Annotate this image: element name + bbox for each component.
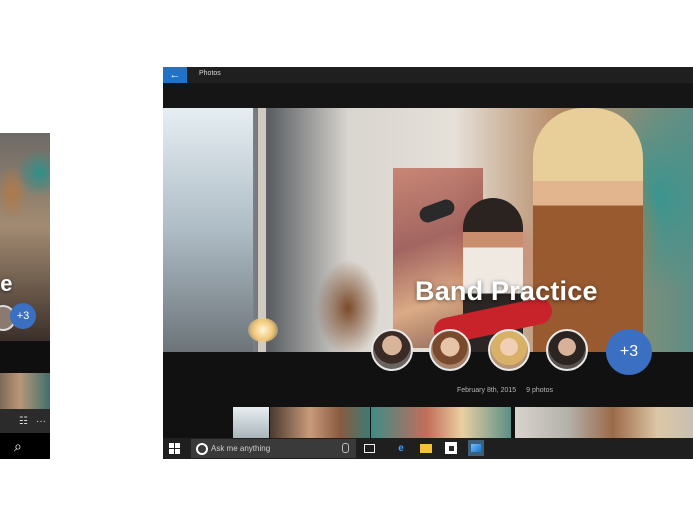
more-options-icon[interactable]: ··· bbox=[36, 416, 46, 427]
person-avatar[interactable] bbox=[488, 329, 530, 371]
phone-thumbnail-strip[interactable] bbox=[0, 373, 50, 409]
task-view-icon[interactable] bbox=[363, 442, 375, 454]
file-explorer-icon[interactable] bbox=[420, 444, 432, 453]
back-button[interactable]: ← bbox=[163, 67, 187, 83]
person-avatar[interactable] bbox=[546, 329, 588, 371]
phone-view: ce +3 ☷ ··· ⌕ bbox=[0, 133, 50, 459]
phone-more-people-button[interactable]: +3 bbox=[10, 303, 36, 329]
store-icon[interactable] bbox=[445, 442, 457, 454]
photo-thumbnail[interactable] bbox=[270, 407, 370, 438]
more-people-button[interactable]: +3 bbox=[606, 329, 652, 375]
microphone-icon[interactable] bbox=[342, 443, 349, 453]
album-photo-count: 9 photos bbox=[526, 387, 553, 394]
phone-app-bar: ☷ ··· bbox=[0, 409, 50, 433]
phone-album-title: ce bbox=[0, 271, 13, 296]
thumbnail-strip bbox=[163, 407, 693, 438]
hero-lamp bbox=[248, 318, 278, 342]
taskbar-search-input[interactable] bbox=[211, 441, 331, 456]
cortana-icon bbox=[196, 443, 208, 455]
app-title: Photos bbox=[199, 70, 221, 77]
header-band bbox=[163, 83, 693, 108]
edge-browser-icon[interactable]: e bbox=[395, 442, 407, 454]
hero-wall-post bbox=[258, 108, 266, 352]
taskbar: e bbox=[163, 438, 693, 459]
person-avatar[interactable] bbox=[371, 329, 413, 371]
list-icon[interactable]: ☷ bbox=[19, 416, 28, 427]
photo-thumbnail[interactable] bbox=[371, 407, 511, 438]
phone-nav-bar bbox=[0, 433, 50, 459]
photo-thumbnail[interactable] bbox=[515, 407, 693, 438]
photos-window: ← Photos Band Practice +3 February 8th, … bbox=[163, 67, 693, 459]
search-icon[interactable]: ⌕ bbox=[14, 438, 22, 455]
title-bar: ← Photos bbox=[163, 67, 693, 83]
album-meta: February 8th, 2015 9 photos bbox=[457, 387, 561, 394]
album-hero-photo[interactable] bbox=[163, 108, 693, 352]
windows-start-icon[interactable] bbox=[169, 443, 180, 454]
photo-thumbnail[interactable] bbox=[233, 407, 269, 438]
photos-app-icon[interactable] bbox=[468, 440, 484, 456]
person-avatar[interactable] bbox=[429, 329, 471, 371]
phone-info-band bbox=[0, 341, 50, 373]
hero-window-light bbox=[163, 108, 253, 352]
taskbar-search-box[interactable] bbox=[191, 439, 356, 458]
album-date: February 8th, 2015 bbox=[457, 387, 517, 394]
album-title: Band Practice bbox=[415, 276, 598, 306]
